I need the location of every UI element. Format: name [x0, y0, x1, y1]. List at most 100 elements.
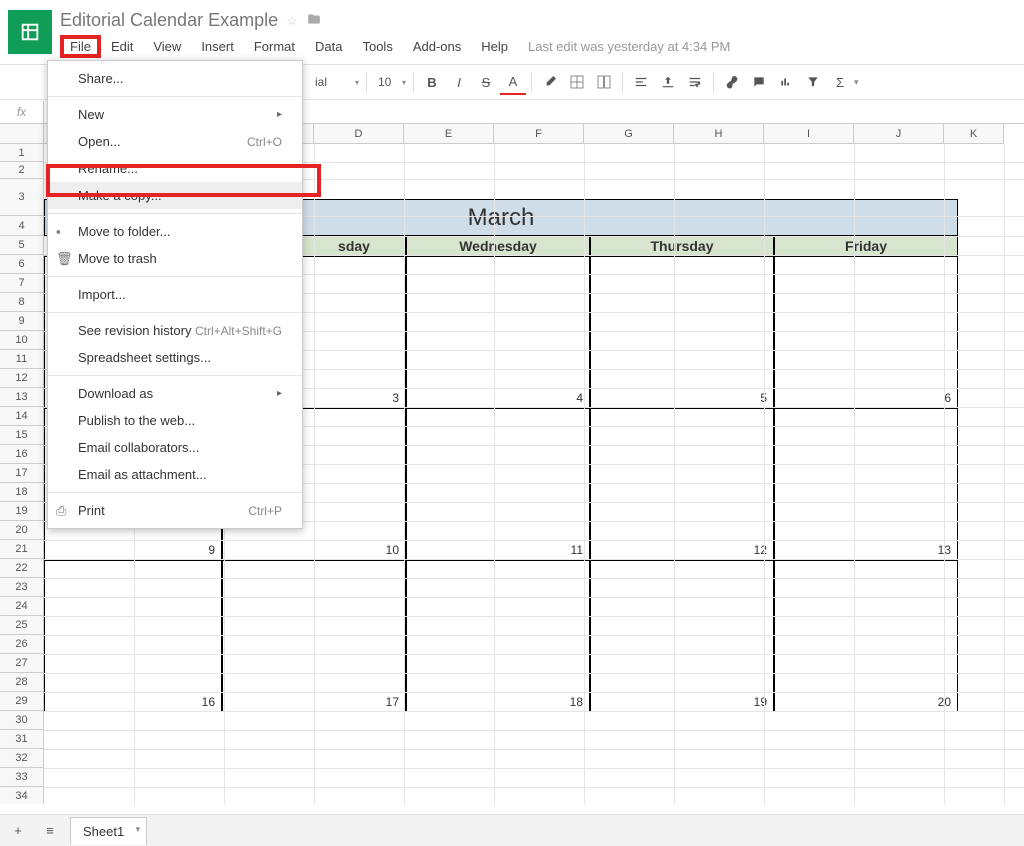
- folder-icon[interactable]: [306, 12, 322, 29]
- calendar-cell: 20: [774, 560, 958, 712]
- row-header-34[interactable]: 34: [0, 787, 44, 804]
- row-header-2[interactable]: 2: [0, 162, 44, 179]
- folder-icon: ▪: [56, 224, 61, 239]
- calendar-cell: 12: [590, 408, 774, 560]
- column-header-g[interactable]: G: [584, 124, 674, 144]
- functions-button[interactable]: Σ: [827, 69, 853, 95]
- horizontal-align-button[interactable]: [628, 69, 654, 95]
- row-header-32[interactable]: 32: [0, 749, 44, 768]
- menu-download-as[interactable]: Download as▸: [48, 380, 302, 407]
- font-family-select[interactable]: ial: [309, 73, 361, 91]
- row-header-4[interactable]: 4: [0, 216, 44, 236]
- menu-view[interactable]: View: [143, 35, 191, 58]
- row-header-6[interactable]: 6: [0, 255, 44, 274]
- row-header-1[interactable]: 1: [0, 144, 44, 162]
- bold-button[interactable]: B: [419, 69, 445, 95]
- menu-import[interactable]: Import...: [48, 281, 302, 308]
- column-header-e[interactable]: E: [404, 124, 494, 144]
- column-header-j[interactable]: J: [854, 124, 944, 144]
- column-header-h[interactable]: H: [674, 124, 764, 144]
- row-header-21[interactable]: 21: [0, 540, 44, 559]
- row-header-12[interactable]: 12: [0, 369, 44, 388]
- row-header-24[interactable]: 24: [0, 597, 44, 616]
- fill-color-button[interactable]: [537, 69, 563, 95]
- row-header-8[interactable]: 8: [0, 293, 44, 312]
- menu-file[interactable]: File: [60, 35, 101, 58]
- column-header-i[interactable]: I: [764, 124, 854, 144]
- last-edit-text[interactable]: Last edit was yesterday at 4:34 PM: [528, 39, 730, 54]
- menu-addons[interactable]: Add-ons: [403, 35, 471, 58]
- select-all-corner[interactable]: [0, 124, 44, 144]
- italic-button[interactable]: I: [446, 69, 472, 95]
- menu-insert[interactable]: Insert: [191, 35, 244, 58]
- column-header-k[interactable]: K: [944, 124, 1004, 144]
- menu-edit[interactable]: Edit: [101, 35, 143, 58]
- text-wrap-button[interactable]: [682, 69, 708, 95]
- row-header-27[interactable]: 27: [0, 654, 44, 673]
- row-header-31[interactable]: 31: [0, 730, 44, 749]
- star-icon[interactable]: ☆: [286, 13, 298, 29]
- menu-revision-history[interactable]: See revision historyCtrl+Alt+Shift+G: [48, 317, 302, 344]
- menu-data[interactable]: Data: [305, 35, 352, 58]
- font-size-select[interactable]: 10: [372, 73, 408, 91]
- vertical-align-button[interactable]: [655, 69, 681, 95]
- menu-move-to-folder[interactable]: ▪Move to folder...: [48, 218, 302, 245]
- all-sheets-button[interactable]: ≡: [38, 819, 62, 843]
- text-color-button[interactable]: A: [500, 69, 526, 95]
- row-header-11[interactable]: 11: [0, 350, 44, 369]
- chart-button[interactable]: [773, 69, 799, 95]
- row-header-10[interactable]: 10: [0, 331, 44, 350]
- sheet-tab-sheet1[interactable]: Sheet1: [70, 817, 147, 845]
- row-header-5[interactable]: 5: [0, 236, 44, 255]
- menu-open[interactable]: Open...Ctrl+O: [48, 128, 302, 155]
- menu-email-attachment[interactable]: Email as attachment...: [48, 461, 302, 488]
- add-sheet-button[interactable]: +: [6, 819, 30, 843]
- row-header-28[interactable]: 28: [0, 673, 44, 692]
- row-header-19[interactable]: 19: [0, 502, 44, 521]
- menu-email-collaborators[interactable]: Email collaborators...: [48, 434, 302, 461]
- row-header-23[interactable]: 23: [0, 578, 44, 597]
- row-header-16[interactable]: 16: [0, 445, 44, 464]
- row-header-3[interactable]: 3: [0, 179, 44, 216]
- merge-cells-button[interactable]: [591, 69, 617, 95]
- menu-format[interactable]: Format: [244, 35, 305, 58]
- comment-button[interactable]: [746, 69, 772, 95]
- menu-share[interactable]: Share...: [48, 65, 302, 92]
- menu-make-a-copy[interactable]: Make a copy...: [48, 182, 302, 209]
- menu-rename[interactable]: Rename...: [48, 155, 302, 182]
- row-header-26[interactable]: 26: [0, 635, 44, 654]
- row-header-7[interactable]: 7: [0, 274, 44, 293]
- menu-tools[interactable]: Tools: [352, 35, 402, 58]
- row-header-33[interactable]: 33: [0, 768, 44, 787]
- column-header-d[interactable]: D: [314, 124, 404, 144]
- row-header-22[interactable]: 22: [0, 559, 44, 578]
- sheet-tabs-bar: + ≡ Sheet1: [0, 814, 1024, 846]
- row-header-25[interactable]: 25: [0, 616, 44, 635]
- row-header-30[interactable]: 30: [0, 711, 44, 730]
- column-header-f[interactable]: F: [494, 124, 584, 144]
- row-header-15[interactable]: 15: [0, 426, 44, 445]
- menu-move-to-trash[interactable]: 🗑Move to trash: [48, 245, 302, 272]
- calendar-day-wednesday: Wednesday: [406, 236, 590, 256]
- calendar-cell: 18: [406, 560, 590, 712]
- link-button[interactable]: [719, 69, 745, 95]
- filter-button[interactable]: [800, 69, 826, 95]
- row-header-17[interactable]: 17: [0, 464, 44, 483]
- row-header-14[interactable]: 14: [0, 407, 44, 426]
- row-header-9[interactable]: 9: [0, 312, 44, 331]
- strikethrough-button[interactable]: S: [473, 69, 499, 95]
- document-title[interactable]: Editorial Calendar Example: [60, 10, 278, 31]
- print-icon: ⎙: [56, 503, 66, 519]
- row-header-29[interactable]: 29: [0, 692, 44, 711]
- menu-print[interactable]: ⎙PrintCtrl+P: [48, 497, 302, 524]
- row-header-18[interactable]: 18: [0, 483, 44, 502]
- row-header-13[interactable]: 13: [0, 388, 44, 407]
- row-header-20[interactable]: 20: [0, 521, 44, 540]
- menu-new[interactable]: New▸: [48, 101, 302, 128]
- menu-help[interactable]: Help: [471, 35, 518, 58]
- sheets-logo[interactable]: [8, 10, 52, 54]
- borders-button[interactable]: [564, 69, 590, 95]
- calendar-day-header-partial: sday: [302, 236, 406, 256]
- menu-publish[interactable]: Publish to the web...: [48, 407, 302, 434]
- menu-spreadsheet-settings[interactable]: Spreadsheet settings...: [48, 344, 302, 371]
